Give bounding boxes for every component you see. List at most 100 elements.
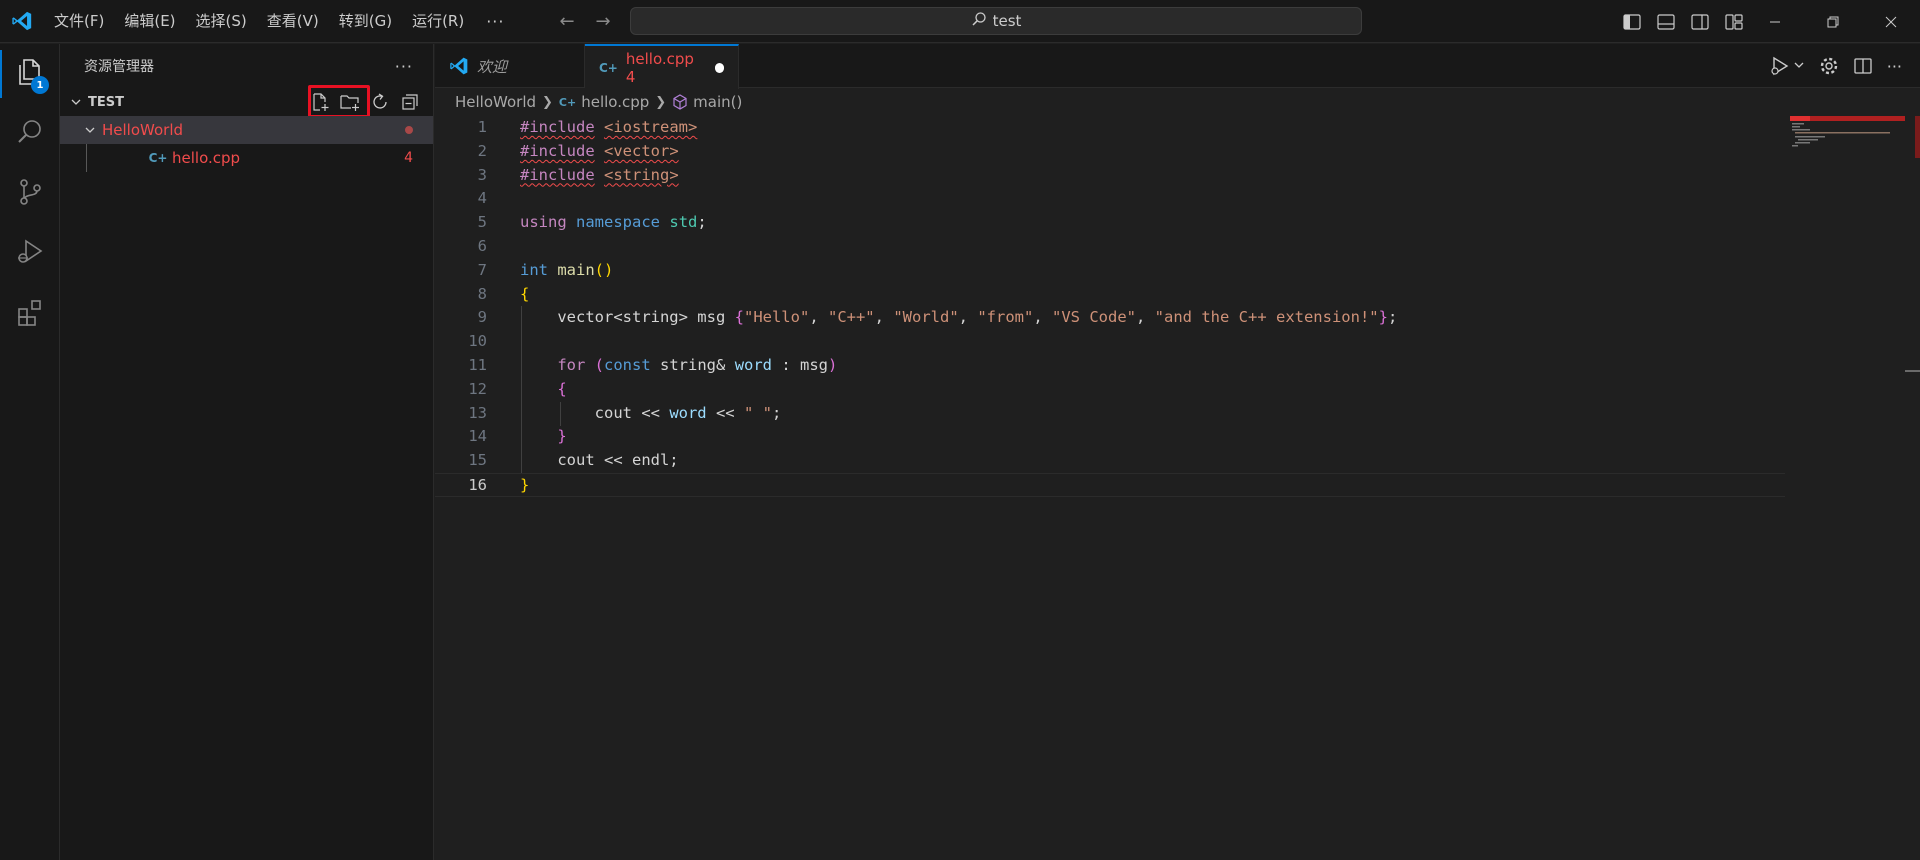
code-line: 6 [435,235,1785,259]
back-arrow-icon[interactable]: ← [556,11,578,32]
menu-selection[interactable]: 选择(S) [186,0,257,43]
more-actions-icon[interactable]: ··· [1887,54,1902,78]
sidebar-header: 资源管理器 ··· [60,44,433,88]
command-center-search[interactable]: test [630,7,1362,35]
customize-layout-icon[interactable] [1722,10,1746,34]
chevron-right-icon: ❯ [655,94,667,110]
minimize-icon[interactable] [1746,0,1804,43]
run-debug-dropdown-icon[interactable] [1769,54,1805,78]
code-line: 9 vector<string> msg {"Hello", "C++", "W… [435,306,1785,331]
line-number: 13 [468,403,487,422]
explorer-activity[interactable]: 1 [0,44,60,104]
folder-row-helloworld[interactable]: HelloWorld [60,116,433,144]
split-editor-icon[interactable] [1853,54,1873,78]
tab-label: 欢迎 [477,57,508,76]
source-control-activity[interactable] [0,164,60,224]
close-icon[interactable] [1862,0,1920,43]
code-line-current: 16 } [435,472,1785,497]
extensions-activity[interactable] [0,284,60,344]
source-control-icon [15,177,45,211]
line-number: 6 [477,236,487,255]
toggle-panel-icon[interactable] [1654,10,1678,34]
menu-more-icon[interactable]: ··· [474,12,516,31]
command-center-text: test [992,12,1022,30]
line-number: 15 [468,451,487,470]
line-number: 9 [477,308,487,327]
code-line: 1 #include <iostream> [435,116,1785,140]
chevron-down-icon [66,92,86,112]
tab-hello-cpp[interactable]: C+ hello.cpp 4 [585,44,739,89]
code-line: 5 using namespace std; [435,211,1785,235]
code-line: 8 { [435,283,1785,307]
menu-go[interactable]: 转到(G) [329,0,402,43]
line-number: 1 [477,118,487,136]
search-icon [15,117,45,151]
code-line: 2 #include <vector> [435,140,1785,164]
unsaved-dot-icon[interactable] [714,62,724,73]
search-activity[interactable] [0,104,60,164]
refresh-icon[interactable] [368,90,392,114]
code-line: 7 int main() [435,259,1785,283]
toggle-secondary-sidebar-icon[interactable] [1688,10,1712,34]
editor-area: 欢迎 C+ hello.cpp 4 ··· HelloWorld ❯ C+ he… [435,44,1920,860]
extensions-icon [15,297,45,331]
scrollbar-cursor-marker [1905,370,1920,372]
vscode-logo-icon [0,0,44,43]
explorer-badge: 1 [31,76,49,94]
line-number: 2 [477,141,487,160]
sidebar-title: 资源管理器 [84,59,154,75]
menu-file[interactable]: 文件(F) [44,0,114,43]
menu-edit[interactable]: 编辑(E) [114,0,185,43]
breadcrumb: HelloWorld ❯ C+ hello.cpp ❯ main() [435,88,1920,116]
window-controls [1746,0,1920,43]
code-line: 12 { [435,377,1785,402]
vscode-logo-icon [449,56,469,76]
code-line: 15 cout << endl; [435,449,1785,474]
line-number: 5 [477,213,487,232]
workspace-section-header[interactable]: TEST [60,85,433,118]
code-line: 14 } [435,425,1785,450]
line-number: 4 [477,189,487,208]
line-number: 10 [468,332,487,351]
views-more-icon[interactable]: ··· [395,57,413,76]
forward-arrow-icon[interactable]: → [592,11,614,32]
code-line: 3 #include <string> [435,164,1785,188]
code-editor[interactable]: 1 #include <iostream> 2 #include <vector… [435,116,1785,497]
search-icon [971,11,987,31]
breadcrumb-symbol[interactable]: main() [693,93,742,111]
tab-welcome[interactable]: 欢迎 [435,44,585,88]
breadcrumb-folder[interactable]: HelloWorld [455,93,536,111]
activity-bar: 1 [0,44,60,860]
menu-run[interactable]: 运行(R) [402,0,474,43]
code-line: 10 [435,330,1785,355]
folder-name: HelloWorld [102,121,184,139]
collapse-all-icon[interactable] [398,90,422,114]
scrollbar-error-marker [1915,116,1920,158]
new-file-icon[interactable] [308,90,332,114]
title-bar: 文件(F) 编辑(E) 选择(S) 查看(V) 转到(G) 运行(R) ··· … [0,0,1920,43]
file-row-hello-cpp[interactable]: C+ hello.cpp 4 [60,144,433,172]
run-debug-activity[interactable] [0,224,60,284]
line-number: 14 [468,427,487,446]
file-problem-count: 4 [404,150,413,166]
editor-actions: ··· [1769,44,1902,88]
folder-problem-dot [405,126,413,134]
menu-bar: 文件(F) 编辑(E) 选择(S) 查看(V) 转到(G) 运行(R) ··· [44,0,516,43]
method-cube-icon [672,94,688,110]
gear-icon[interactable] [1819,54,1839,78]
tab-label: hello.cpp 4 [625,49,694,86]
line-number: 12 [468,379,487,398]
menu-view[interactable]: 查看(V) [257,0,329,43]
breadcrumb-file[interactable]: hello.cpp [581,93,649,111]
explorer-actions [308,88,422,116]
layout-controls [1620,0,1746,43]
restore-icon[interactable] [1804,0,1862,43]
explorer-sidebar: 资源管理器 ··· TEST HelloWorld C+ hello.cpp 4 [60,44,434,860]
code-line: 13 cout << word << " "; [435,401,1785,426]
cpp-file-icon: C+ [148,151,168,165]
line-number: 16 [468,475,487,494]
minimap[interactable] [1790,116,1905,176]
chevron-right-icon: ❯ [542,94,553,110]
new-folder-icon[interactable] [338,90,362,114]
toggle-primary-sidebar-icon[interactable] [1620,10,1644,34]
